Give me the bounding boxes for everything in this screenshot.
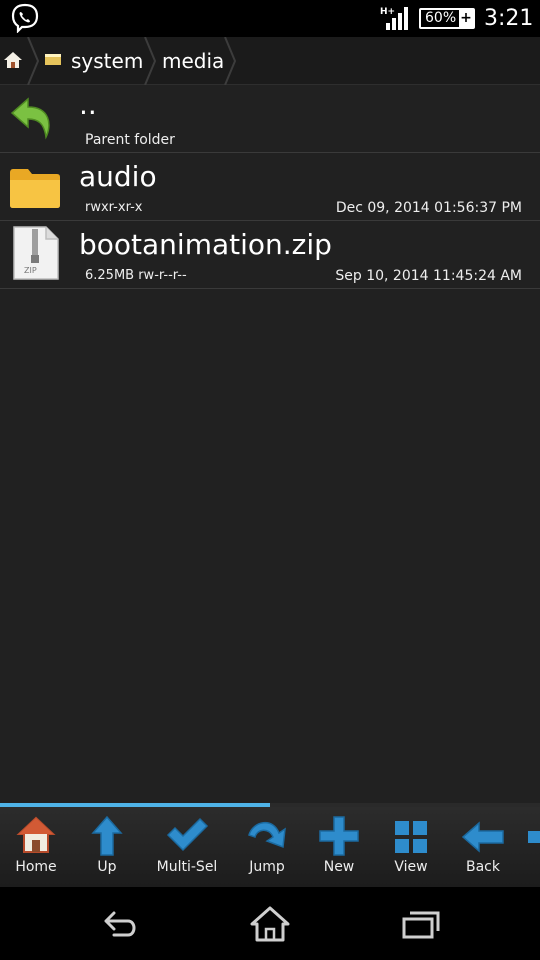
file-permissions: rwxr-xr-x xyxy=(85,200,143,215)
network-type-label: H+ xyxy=(380,7,395,17)
breadcrumb-separator xyxy=(224,37,237,85)
folder-icon xyxy=(10,169,60,208)
grid-icon xyxy=(395,821,427,853)
toolbar-overflow-item[interactable] xyxy=(528,807,540,887)
list-item-parent-folder[interactable]: .. Parent folder xyxy=(0,85,540,153)
signal-icon: H+ xyxy=(380,7,408,30)
back-arrow-icon xyxy=(10,97,50,140)
list-item-bootanimation-zip[interactable]: ZIP bootanimation.zip 6.25MB rw-r--r-- S… xyxy=(0,221,540,289)
battery-icon: 60% + xyxy=(419,8,475,29)
up-arrow-icon xyxy=(91,815,123,856)
toolbar-label: Up xyxy=(97,859,117,875)
zip-file-icon: ZIP xyxy=(13,226,59,280)
checkmark-icon xyxy=(166,817,209,852)
list-item-audio[interactable]: audio rwxr-xr-x Dec 09, 2014 01:56:37 PM xyxy=(0,153,540,221)
back-icon[interactable] xyxy=(98,905,142,943)
jump-arrow-icon xyxy=(248,822,286,849)
breadcrumb-home-icon[interactable] xyxy=(2,49,24,71)
file-date: Dec 09, 2014 01:56:37 PM xyxy=(335,200,522,216)
up-button[interactable]: Up xyxy=(71,807,143,887)
bottom-toolbar: Home Up Multi-Sel Jump New View Back xyxy=(0,807,540,887)
home-icon xyxy=(16,816,56,853)
right-arrow-icon xyxy=(528,831,540,843)
breadcrumb-item-media[interactable]: media xyxy=(162,47,224,75)
left-arrow-icon xyxy=(461,821,504,853)
svg-text:ZIP: ZIP xyxy=(24,266,37,275)
toolbar-label: Back xyxy=(466,859,500,875)
multi-select-button[interactable]: Multi-Sel xyxy=(151,807,223,887)
back-button[interactable]: Back xyxy=(447,807,519,887)
breadcrumb-separator xyxy=(144,37,157,85)
toolbar-label: Multi-Sel xyxy=(156,859,218,875)
file-name: audio xyxy=(79,160,157,193)
file-name: .. xyxy=(79,88,97,121)
battery-percent: 60% xyxy=(425,10,457,26)
status-bar: H+ 60% + 3:21 xyxy=(0,0,540,37)
breadcrumb-label: system xyxy=(71,49,144,73)
plus-icon xyxy=(319,816,359,856)
breadcrumb-separator xyxy=(27,37,40,85)
file-size-permissions: 6.25MB rw-r--r-- xyxy=(85,268,187,283)
file-name: bootanimation.zip xyxy=(79,228,332,261)
sd-card-icon xyxy=(45,54,61,65)
home-icon[interactable] xyxy=(248,905,292,943)
file-date: Sep 10, 2014 11:45:24 AM xyxy=(335,268,522,284)
charging-plus-icon: + xyxy=(459,10,473,27)
navigation-bar xyxy=(0,887,540,960)
viber-icon xyxy=(11,3,39,33)
clock: 3:21 xyxy=(484,6,534,31)
file-subtitle: Parent folder xyxy=(85,132,175,148)
breadcrumb: system media xyxy=(0,37,540,85)
recents-icon[interactable] xyxy=(398,905,442,943)
